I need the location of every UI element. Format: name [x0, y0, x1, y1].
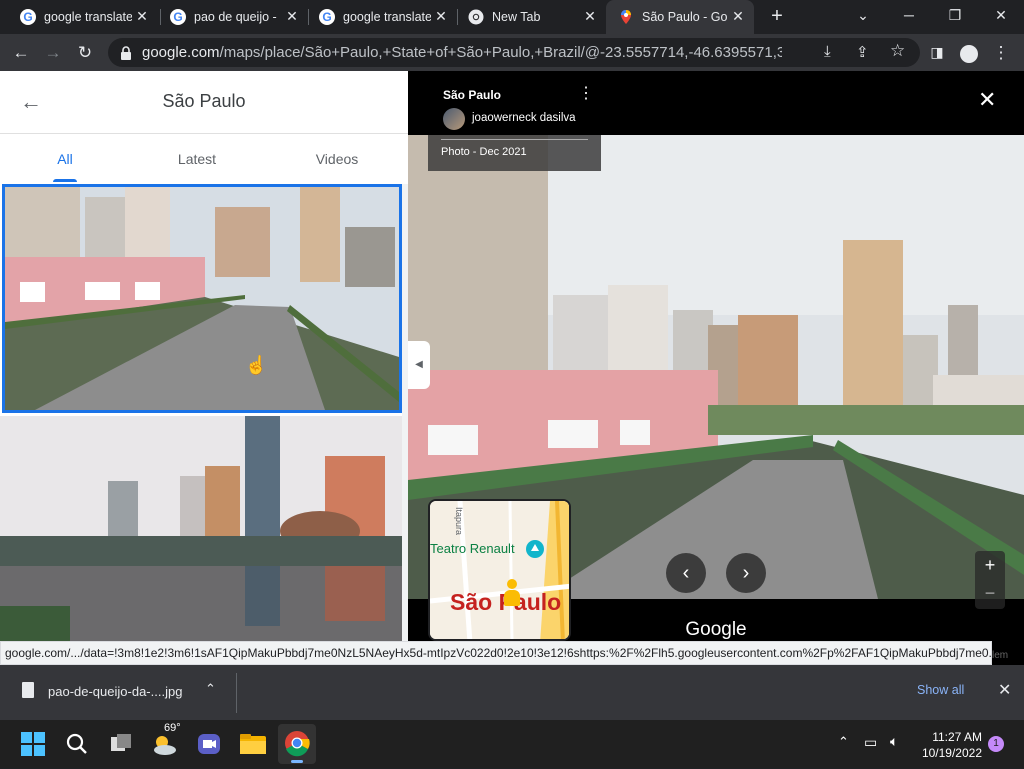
tab-5-active[interactable]: São Paulo - Goo ✕: [606, 0, 754, 34]
file-icon: [22, 682, 34, 698]
zoom-control: + −: [975, 551, 1005, 609]
bookmark-star-icon[interactable]: ☆: [890, 41, 905, 61]
chevron-up-icon[interactable]: ⌃: [205, 681, 216, 697]
download-bar: pao-de-queijo-da-....jpg ⌃ Show all ✕: [0, 665, 1024, 720]
photo-filter-tabs: All Latest Videos: [0, 134, 408, 184]
close-window-button[interactable]: ✕: [978, 0, 1024, 30]
chrome-taskbar-icon[interactable]: [278, 724, 316, 764]
close-download-bar-icon[interactable]: ✕: [998, 680, 1011, 700]
photo-thumbnail[interactable]: [0, 416, 402, 641]
lock-icon: [121, 46, 131, 60]
tab-videos[interactable]: Videos: [272, 134, 402, 184]
minimize-button[interactable]: ─: [886, 0, 932, 30]
map-poi-label: Teatro Renault: [430, 541, 515, 556]
close-tab-icon[interactable]: ✕: [134, 8, 150, 24]
tab-4[interactable]: New Tab ✕: [456, 0, 606, 34]
restore-button[interactable]: ❐: [932, 0, 978, 30]
tab-all[interactable]: All: [0, 134, 130, 184]
tab-title: google translate: [44, 10, 132, 24]
photos-panel: ← São Paulo All Latest Videos ☝: [0, 71, 408, 641]
download-file-name[interactable]: pao-de-queijo-da-....jpg: [48, 684, 182, 699]
browser-toolbar: ← → ↻ google.com/maps/place/São+Paulo,+S…: [0, 34, 1024, 71]
tab-title: New Tab: [492, 10, 541, 24]
place-title: São Paulo: [443, 88, 502, 102]
task-view-icon[interactable]: [104, 728, 138, 760]
url-text: google.com/maps/place/São+Paulo,+State+o…: [142, 38, 782, 67]
panel-title: São Paulo: [162, 91, 246, 111]
chrome-icon: [468, 9, 484, 25]
contributor-name[interactable]: joaowerneck dasilva: [472, 112, 576, 124]
windows-start-icon[interactable]: [16, 728, 50, 760]
url-path: /maps/place/São+Paulo,+State+of+São+Paul…: [219, 44, 782, 61]
search-icon[interactable]: [60, 728, 94, 760]
close-viewer-icon[interactable]: ✕: [978, 87, 996, 113]
notification-badge[interactable]: 1: [988, 736, 1004, 752]
zoom-out-button[interactable]: −: [975, 580, 1005, 609]
close-tab-icon[interactable]: ✕: [284, 8, 300, 24]
tab-1[interactable]: google translate ✕: [8, 0, 158, 34]
tab-search-icon[interactable]: ⌄: [840, 0, 886, 30]
back-button[interactable]: ←: [6, 34, 36, 71]
previous-photo-button[interactable]: ‹: [666, 553, 706, 593]
cursor-hand-icon: ☝: [245, 355, 268, 375]
tab-latest[interactable]: Latest: [132, 134, 262, 184]
tab-strip: google translate ✕ pao de queijo - ✕ goo…: [0, 0, 1024, 34]
viewer-header: São Paulo joaowerneck dasilva ⋮ ✕: [408, 71, 1024, 135]
tab-indicator: [53, 179, 77, 182]
mini-map[interactable]: Teatro Renault Itapura São Paulo: [428, 499, 571, 641]
reload-button[interactable]: ↻: [70, 34, 100, 71]
tab-title: google translate: [343, 10, 431, 24]
forward-button[interactable]: →: [38, 34, 68, 71]
close-tab-icon[interactable]: ✕: [730, 8, 746, 24]
download-separator: [236, 673, 237, 713]
tab-title: pao de queijo -: [194, 10, 277, 24]
zoom-in-button[interactable]: +: [975, 551, 1005, 580]
address-bar[interactable]: google.com/maps/place/São+Paulo,+State+o…: [108, 38, 920, 67]
install-icon[interactable]: ⤓: [824, 43, 831, 60]
next-photo-button[interactable]: ›: [726, 553, 766, 593]
profile-avatar-icon[interactable]: [954, 34, 984, 71]
weather-temp: 69°: [164, 722, 181, 734]
photo-viewer: São Paulo joaowerneck dasilva ⋮ ✕ Photo …: [408, 71, 1024, 641]
contributor-avatar[interactable]: [443, 108, 465, 130]
tab-2[interactable]: pao de queijo - ✕: [158, 0, 308, 34]
weather-icon[interactable]: 69°: [148, 722, 182, 760]
share-icon[interactable]: ⇪: [856, 43, 869, 61]
show-hidden-icons-chevron[interactable]: ⌃: [838, 734, 849, 750]
more-options-icon[interactable]: ⋮: [578, 86, 594, 102]
new-tab-button[interactable]: +: [766, 4, 788, 28]
close-tab-icon[interactable]: ✕: [433, 8, 449, 24]
side-panel-icon[interactable]: ◨: [922, 34, 952, 71]
status-tail-text: lem: [992, 641, 1024, 665]
google-icon: [20, 9, 36, 25]
show-all-button[interactable]: Show all: [917, 683, 964, 697]
tab-3[interactable]: google translate ✕: [307, 0, 457, 34]
taskbar: 69° ⌃ ▭ 🔈︎ 11:27 AM 10/19/2022 1: [0, 720, 1024, 768]
volume-icon[interactable]: 🔈︎: [890, 733, 898, 750]
map-street-label: Itapura: [454, 507, 464, 536]
network-icon[interactable]: ▭: [864, 734, 877, 751]
photo-thumbnail-selected[interactable]: ☝: [2, 184, 402, 413]
pegman-icon: [504, 579, 520, 607]
photo-date: Photo - Dec 2021: [428, 135, 601, 171]
collapse-panel-button[interactable]: ◀: [408, 341, 430, 389]
url-host: google.com: [142, 44, 220, 61]
browser-menu-icon[interactable]: ⋮: [986, 34, 1016, 71]
close-tab-icon[interactable]: ✕: [582, 8, 598, 24]
status-url-bubble: google.com/.../data=!3m8!1e2!3m6!1sAF1Qi…: [0, 641, 992, 665]
clock-time: 11:27 AM: [932, 730, 982, 744]
clock-date: 10/19/2022: [921, 746, 982, 760]
tab-title: São Paulo - Goo: [642, 10, 728, 24]
google-icon: [170, 9, 186, 25]
photos-header: ← São Paulo: [0, 71, 408, 134]
maps-icon: [621, 10, 631, 24]
clock[interactable]: 11:27 AM 10/19/2022: [918, 729, 982, 761]
google-icon: [319, 9, 335, 25]
file-explorer-icon[interactable]: [236, 728, 270, 760]
meet-icon[interactable]: [192, 728, 226, 760]
